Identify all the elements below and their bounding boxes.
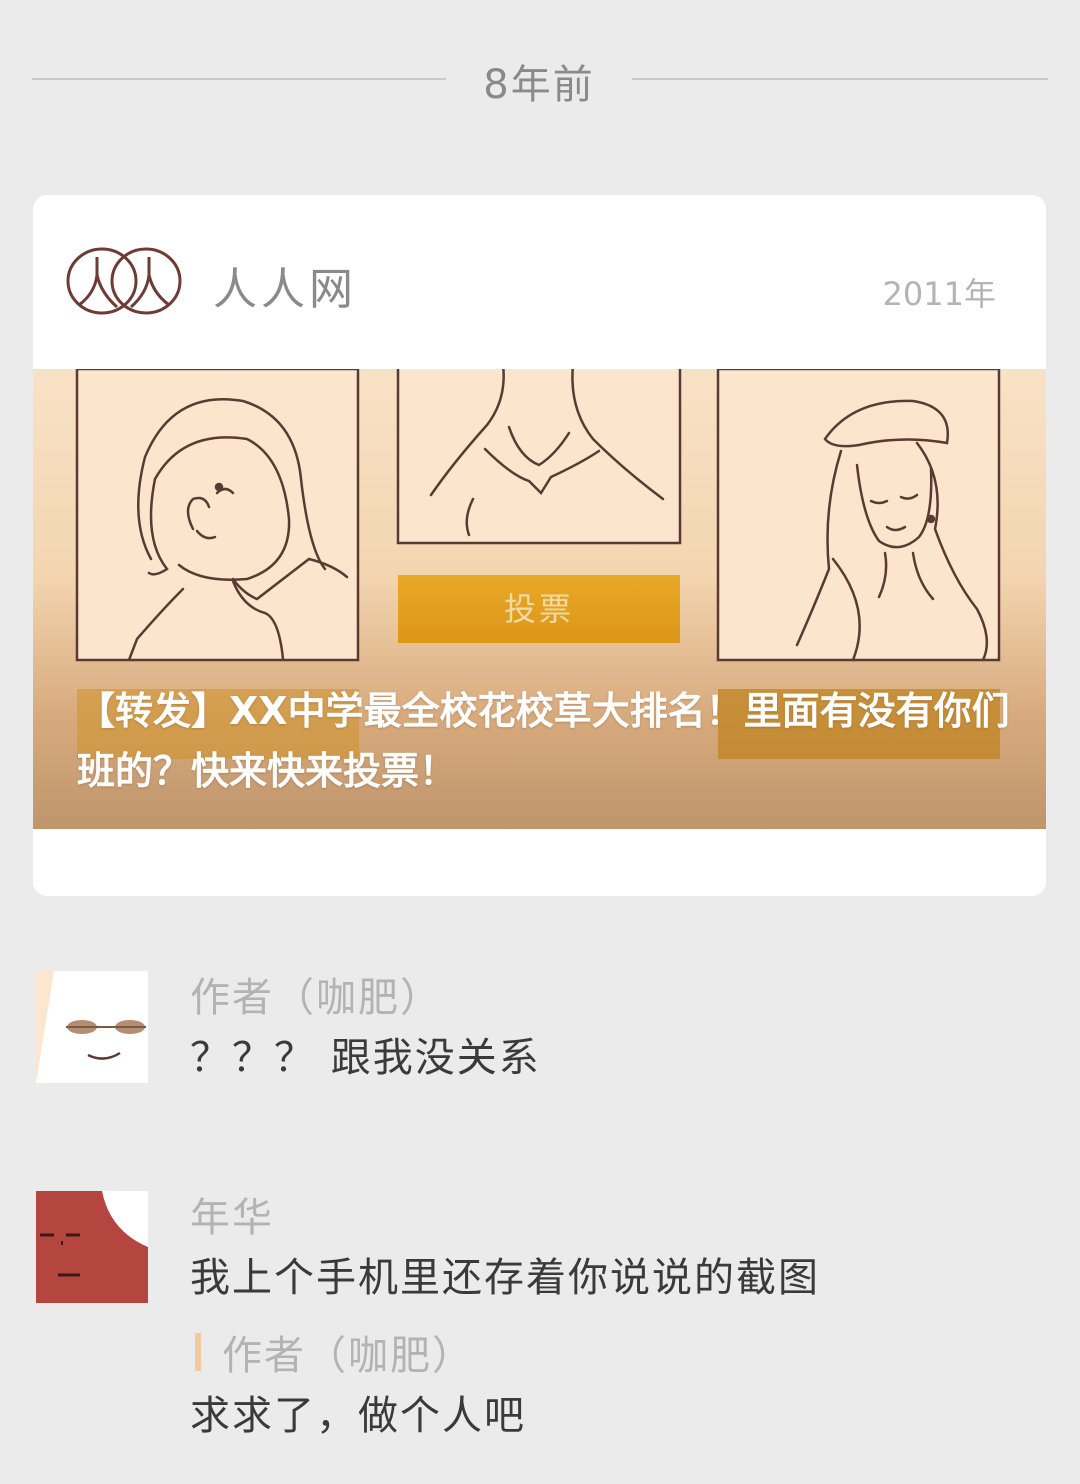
avatar-face-icon	[36, 971, 148, 1083]
renren-logo-icon	[66, 247, 182, 315]
reply-text: 求求了，做个人吧	[190, 1393, 526, 1439]
post-year: 2011年	[882, 275, 996, 313]
reply-author[interactable]: 作者（咖肥）	[222, 1323, 474, 1381]
divider-line-left	[32, 78, 446, 80]
avatar[interactable]	[36, 1191, 148, 1303]
time-divider-label: 8年前	[483, 62, 595, 108]
site-name: 人人网	[213, 264, 357, 315]
comment-text: ？？？ 跟我没关系	[190, 1035, 541, 1081]
comment-author[interactable]: 年华	[190, 1185, 274, 1243]
post-title: 【转发】XX中学最全校花校草大排名！里面有没有你们班的？快来快来投票！	[77, 689, 1010, 793]
avatar-face-icon	[36, 1191, 148, 1303]
avatar[interactable]	[36, 971, 148, 1083]
comment-text: 我上个手机里还存着你说说的截图	[190, 1255, 820, 1301]
comment-item: 作者（咖肥） ？？？ 跟我没关系	[36, 971, 1046, 1101]
vote-button[interactable]: 投票	[398, 575, 680, 643]
comment-author[interactable]: 作者（咖肥）	[190, 965, 442, 1023]
comment-item: 年华 我上个手机里还存着你说说的截图 作者（咖肥） 求求了，做个人吧	[36, 1191, 1046, 1451]
shared-post-card[interactable]: 人人网 2011年 投票 【转发】XX中学最全校花校草大排名！里面有没有你们班的…	[33, 195, 1046, 896]
card-header: 人人网 2011年	[33, 195, 1046, 369]
reply-indicator-bar	[195, 1333, 201, 1371]
divider-line-right	[632, 78, 1048, 80]
post-banner-image[interactable]: 投票 【转发】XX中学最全校花校草大排名！里面有没有你们班的？快来快来投票！	[33, 369, 1046, 829]
time-divider: 8年前	[32, 48, 1048, 108]
feed-page: 8年前 人人网 2011年 投票 【转发】XX中学最全校花校草大排名！里面有没有…	[0, 0, 1080, 1484]
